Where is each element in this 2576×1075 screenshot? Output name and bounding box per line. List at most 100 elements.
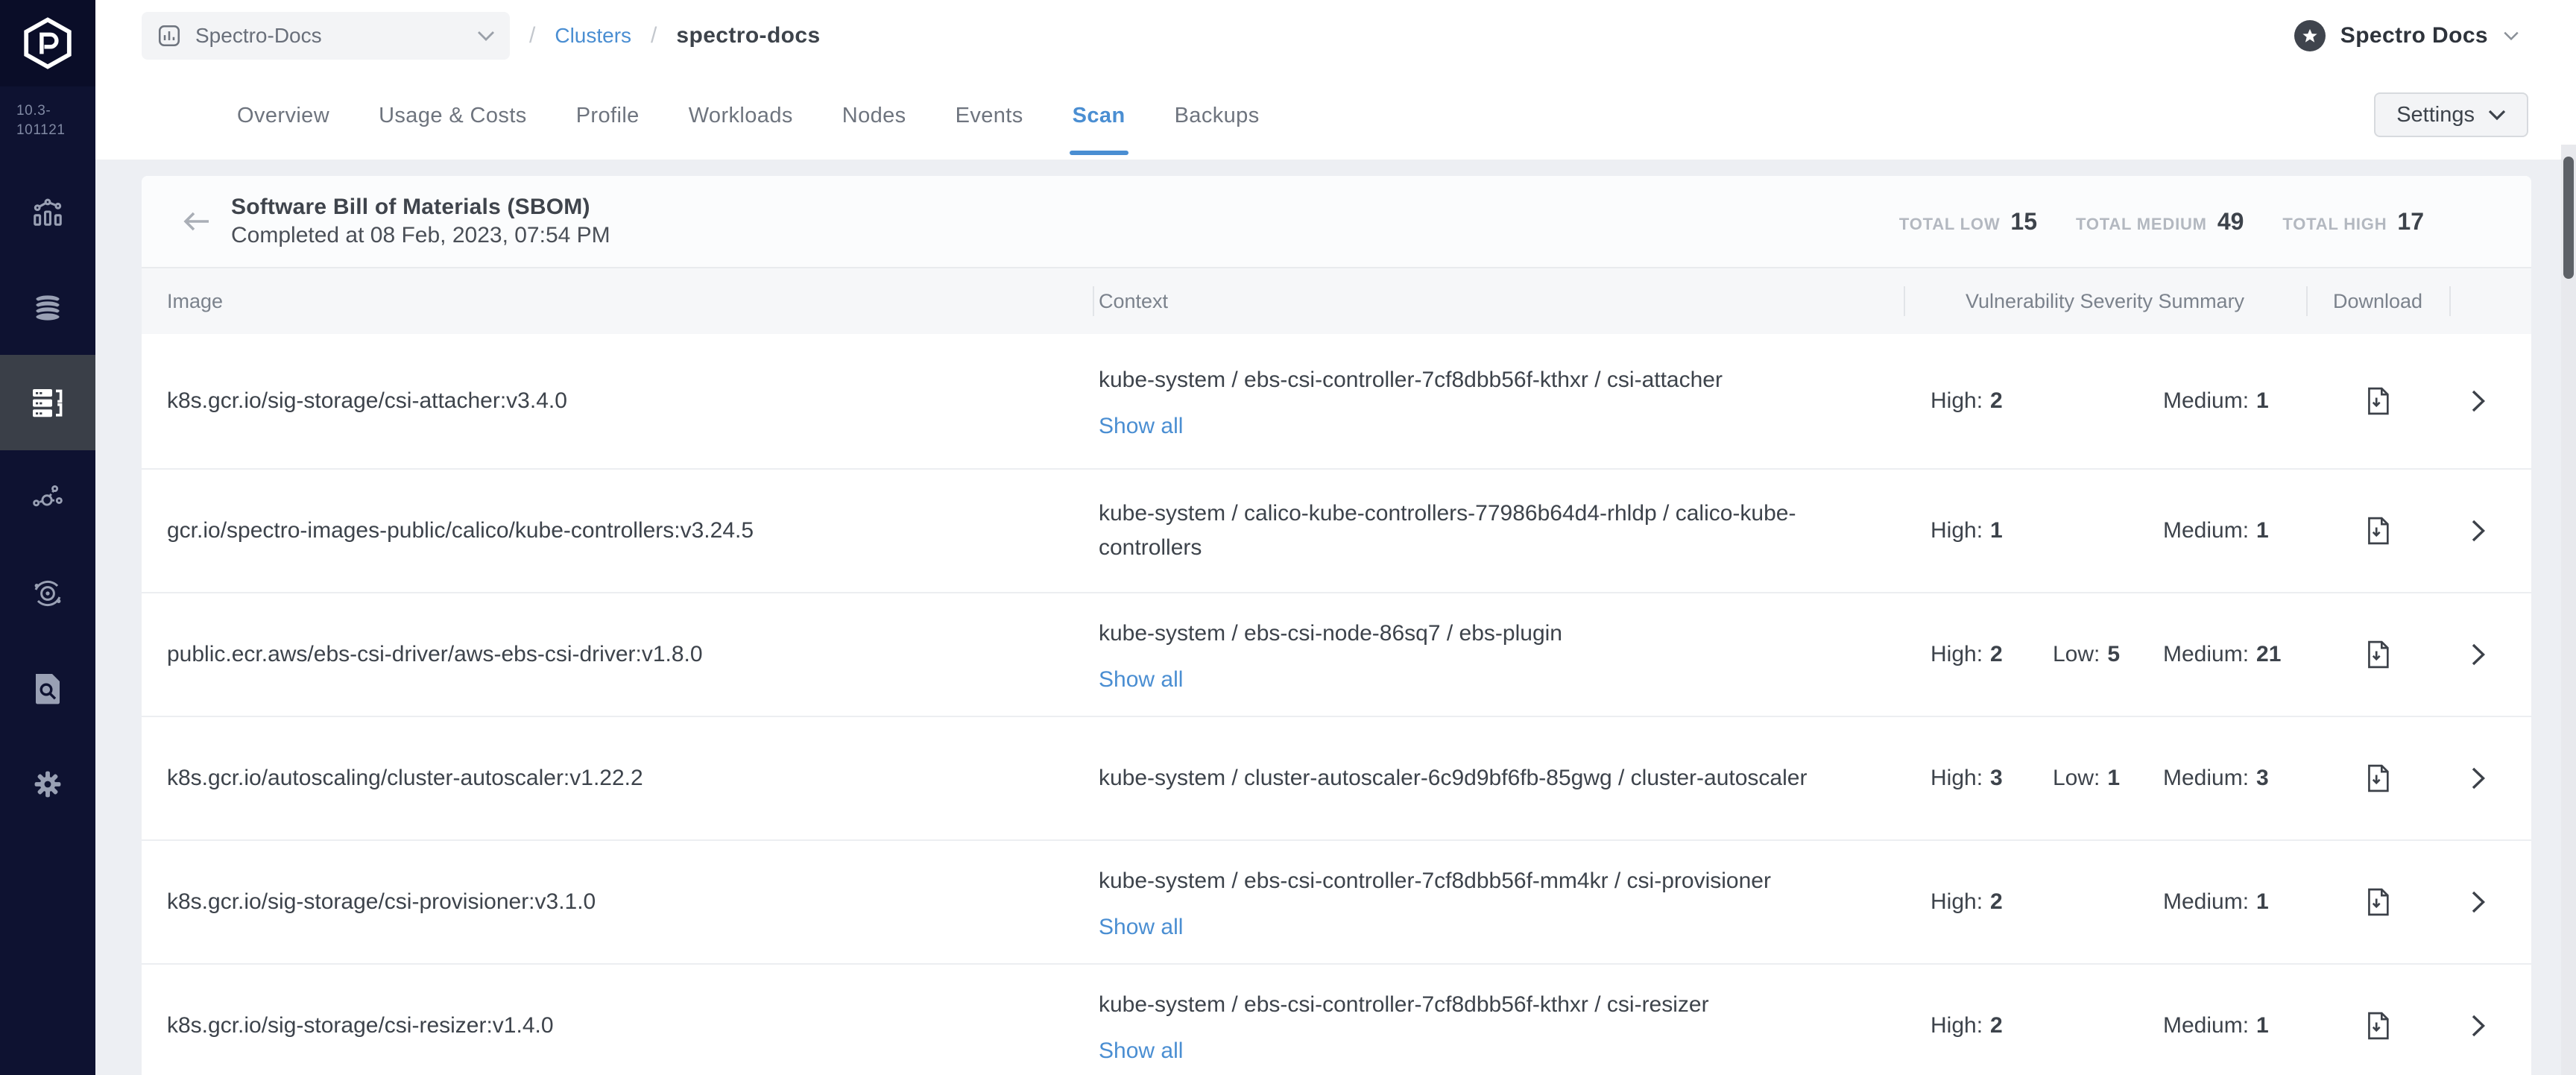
tab-scan[interactable]: Scan [1073, 72, 1126, 160]
show-all-link[interactable]: Show all [1099, 667, 1183, 693]
audit-logs-icon [31, 671, 64, 707]
download-button[interactable] [2366, 386, 2390, 416]
context-cell: kube-system / ebs-csi-node-86sq7 / ebs-p… [1093, 593, 1904, 716]
severity-cell: High:3Low:1Medium:3 [1904, 717, 2306, 839]
avatar [2294, 20, 2326, 51]
sidebar: 10.3-101121 [0, 0, 95, 1075]
download-button[interactable] [2366, 516, 2390, 546]
table-row[interactable]: public.ecr.aws/ebs-csi-driver/aws-ebs-cs… [142, 593, 2531, 717]
severity-total-label: TOTAL HIGH [2282, 215, 2387, 234]
download-button[interactable] [2366, 640, 2390, 669]
severity-high-value: 2 [1990, 1013, 2003, 1038]
settings-button[interactable]: Settings [2374, 92, 2528, 137]
download-file-icon [2366, 1011, 2390, 1041]
sidebar-item-profiles[interactable] [0, 259, 95, 355]
severity-total-value: 49 [2217, 208, 2244, 236]
severity-high-value: 2 [1990, 642, 2003, 667]
expand-row-button[interactable] [2472, 767, 2485, 789]
expand-cell [2449, 841, 2531, 963]
table-row[interactable]: k8s.gcr.io/sig-storage/csi-provisioner:v… [142, 841, 2531, 965]
context-cell: kube-system / calico-kube-controllers-77… [1093, 470, 1904, 592]
severity-medium-value: 1 [2256, 388, 2269, 414]
scrollbar-thumb[interactable] [2563, 157, 2574, 279]
severity-high: High:3 [1931, 766, 2053, 791]
chevron-right-icon [2472, 390, 2485, 412]
severity-medium: Medium:1 [2163, 889, 2269, 915]
severity-cell: High:2Medium:1 [1904, 965, 2306, 1075]
sbom-completed-at: Completed at 08 Feb, 2023, 07:54 PM [231, 223, 610, 248]
workspaces-network-icon [31, 481, 65, 515]
table-row[interactable]: k8s.gcr.io/autoscaling/cluster-autoscale… [142, 717, 2531, 841]
project-selector[interactable]: Spectro-Docs [142, 12, 510, 60]
tab-backups[interactable]: Backups [1175, 72, 1260, 160]
column-header-image: Image [142, 268, 1093, 334]
palette-logo[interactable] [0, 0, 95, 86]
clusters-servers-icon [30, 385, 66, 420]
severity-medium-label: Medium: [2163, 889, 2249, 915]
severity-high-label: High: [1931, 518, 1983, 543]
show-all-link[interactable]: Show all [1099, 414, 1183, 439]
tab-overview[interactable]: Overview [237, 72, 329, 160]
tab-profile[interactable]: Profile [576, 72, 640, 160]
scrollbar-track[interactable] [2561, 145, 2576, 1075]
severity-high: High:2 [1931, 642, 2053, 667]
severity-medium-value: 1 [2256, 1013, 2269, 1038]
severity-medium-label: Medium: [2163, 766, 2249, 791]
column-header-actions [2449, 268, 2531, 334]
severity-medium: Medium:1 [2163, 518, 2269, 543]
severity-medium: Medium:21 [2163, 642, 2281, 667]
severity-high-label: High: [1931, 766, 1983, 791]
severity-totals: TOTAL LOW15TOTAL MEDIUM49TOTAL HIGH17 [1899, 208, 2424, 236]
sidebar-item-monitoring[interactable] [0, 164, 95, 259]
severity-total: TOTAL HIGH17 [2282, 208, 2424, 236]
image-cell: k8s.gcr.io/sig-storage/csi-attacher:v3.4… [142, 334, 1093, 468]
back-arrow-icon [183, 211, 210, 232]
download-button[interactable] [2366, 763, 2390, 793]
chevron-right-icon [2472, 767, 2485, 789]
show-all-link[interactable]: Show all [1099, 915, 1183, 940]
expand-row-button[interactable] [2472, 520, 2485, 542]
download-button[interactable] [2366, 1011, 2390, 1041]
download-button[interactable] [2366, 887, 2390, 917]
sidebar-item-audit-logs[interactable] [0, 641, 95, 737]
sidebar-item-settings[interactable] [0, 737, 95, 832]
download-cell [2306, 717, 2449, 839]
context-text: kube-system / ebs-csi-node-86sq7 / ebs-p… [1099, 617, 1562, 651]
severity-low: Low:5 [2053, 642, 2163, 667]
sidebar-item-workspaces[interactable] [0, 450, 95, 546]
breadcrumb-separator: / [651, 23, 657, 48]
table-row[interactable]: gcr.io/spectro-images-public/calico/kube… [142, 470, 2531, 593]
breadcrumb-clusters-link[interactable]: Clusters [555, 24, 631, 48]
table-row[interactable]: k8s.gcr.io/sig-storage/csi-attacher:v3.4… [142, 334, 2531, 470]
expand-cell [2449, 593, 2531, 716]
sidebar-item-clusters[interactable] [0, 355, 95, 450]
expand-cell [2449, 965, 2531, 1075]
context-cell: kube-system / ebs-csi-controller-7cf8dbb… [1093, 965, 1904, 1075]
expand-cell [2449, 470, 2531, 592]
sidebar-item-cluster-groups[interactable] [0, 546, 95, 641]
image-cell: k8s.gcr.io/sig-storage/csi-resizer:v1.4.… [142, 965, 1093, 1075]
tab-workloads[interactable]: Workloads [689, 72, 793, 160]
column-header-context: Context [1093, 268, 1904, 334]
expand-row-button[interactable] [2472, 1015, 2485, 1037]
expand-row-button[interactable] [2472, 643, 2485, 666]
context-text: kube-system / ebs-csi-controller-7cf8dbb… [1099, 864, 1771, 898]
star-avatar-icon [2302, 28, 2318, 44]
download-file-icon [2366, 386, 2390, 416]
image-cell: k8s.gcr.io/sig-storage/csi-provisioner:v… [142, 841, 1093, 963]
user-menu[interactable]: Spectro Docs [2294, 20, 2519, 51]
download-file-icon [2366, 516, 2390, 546]
tab-nodes[interactable]: Nodes [842, 72, 906, 160]
tab-usage-costs[interactable]: Usage & Costs [379, 72, 527, 160]
expand-row-button[interactable] [2472, 390, 2485, 412]
download-cell [2306, 593, 2449, 716]
table-row[interactable]: k8s.gcr.io/sig-storage/csi-resizer:v1.4.… [142, 965, 2531, 1075]
context-text: kube-system / ebs-csi-controller-7cf8dbb… [1099, 988, 1709, 1022]
severity-low-value: 1 [2107, 766, 2120, 791]
show-all-link[interactable]: Show all [1099, 1038, 1183, 1064]
expand-row-button[interactable] [2472, 891, 2485, 913]
severity-high-label: High: [1931, 1013, 1983, 1038]
back-button[interactable] [177, 211, 216, 232]
tab-events[interactable]: Events [956, 72, 1023, 160]
severity-cell: High:1Medium:1 [1904, 470, 2306, 592]
